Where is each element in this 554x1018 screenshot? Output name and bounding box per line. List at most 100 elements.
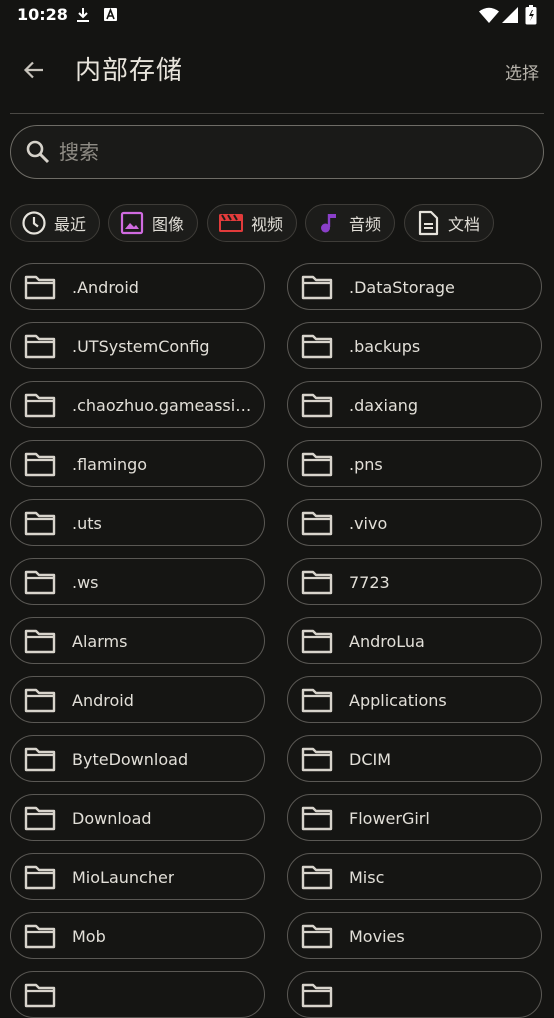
folder-item[interactable]: 7723 (287, 558, 542, 605)
folder-icon (301, 983, 333, 1008)
folder-icon (24, 747, 56, 772)
folder-icon (301, 806, 333, 831)
folder-name: .flamingo (72, 455, 148, 474)
folder-name: .DataStorage (349, 278, 455, 297)
folder-item[interactable]: .ws (10, 558, 265, 605)
chip-label: 图像 (152, 215, 185, 234)
folder-icon (24, 511, 56, 536)
video-icon (219, 214, 243, 232)
filter-chip-recent[interactable]: 最近 (10, 204, 100, 242)
search-input[interactable]: 搜索 (59, 126, 99, 178)
chip-label: 最近 (54, 215, 87, 234)
folder-icon (301, 924, 333, 949)
folder-item[interactable]: Movies (287, 912, 542, 959)
image-icon (120, 211, 144, 235)
filter-chip-video[interactable]: 视频 (207, 204, 297, 242)
folder-item[interactable]: .uts (10, 499, 265, 546)
folder-name: .daxiang (349, 396, 419, 415)
folder-icon (24, 275, 56, 300)
folder-icon (301, 334, 333, 359)
back-button[interactable] (16, 52, 52, 88)
filter-chip-documents[interactable]: 文档 (404, 204, 494, 242)
clock-icon (22, 211, 46, 235)
folder-name: .pns (349, 455, 383, 474)
folder-name: .ws (72, 573, 99, 592)
folder-item[interactable]: ByteDownload (10, 735, 265, 782)
folder-icon (301, 275, 333, 300)
folder-icon (24, 865, 56, 890)
folder-name: .UTSystemConfig (72, 337, 210, 356)
folder-name: .backups (349, 337, 421, 356)
signal-icon (502, 7, 518, 23)
folder-name: ByteDownload (72, 750, 189, 769)
folder-icon (301, 511, 333, 536)
folder-item[interactable]: MioLauncher (10, 853, 265, 900)
folder-icon (24, 334, 56, 359)
wifi-icon (479, 7, 499, 23)
battery-icon (525, 5, 537, 25)
search-bar[interactable]: 搜索 (10, 125, 544, 179)
folder-icon (24, 983, 56, 1008)
folder-icon (24, 393, 56, 418)
folder-name: .uts (72, 514, 102, 533)
folder-item[interactable]: .Android (10, 263, 265, 310)
folder-item[interactable]: AndroLua (287, 617, 542, 664)
folder-icon (301, 865, 333, 890)
folder-name: Misc (349, 868, 385, 887)
folder-name: .chaozhuo.gameassist... (72, 396, 258, 415)
folder-icon (24, 452, 56, 477)
download-icon (77, 8, 89, 22)
folder-item[interactable]: Android (10, 676, 265, 723)
app-bar: 内部存储 选择 (0, 32, 554, 112)
select-button[interactable]: 选择 (505, 59, 539, 84)
folder-icon (301, 629, 333, 654)
notification-a-icon (104, 8, 117, 21)
chip-label: 文档 (448, 215, 481, 234)
folder-icon (301, 452, 333, 477)
folder-icon (301, 570, 333, 595)
folder-item[interactable]: .pns (287, 440, 542, 487)
folder-item[interactable]: .chaozhuo.gameassist... (10, 381, 265, 428)
folder-item[interactable]: .DataStorage (287, 263, 542, 310)
back-arrow-icon (23, 61, 43, 79)
music-icon (321, 214, 336, 233)
folder-icon (301, 688, 333, 713)
search-icon (26, 140, 50, 164)
filter-chip-images[interactable]: 图像 (108, 204, 198, 242)
folder-name: .Android (72, 278, 139, 297)
filter-chips: 最近 图像 视频 音频 文档 (10, 204, 554, 242)
folder-name: MioLauncher (72, 868, 175, 887)
folder-item[interactable]: Applications (287, 676, 542, 723)
folder-name: Download (72, 809, 152, 828)
chip-label: 音频 (349, 215, 382, 234)
folder-item[interactable]: .UTSystemConfig (10, 322, 265, 369)
folder-name: .vivo (349, 514, 388, 533)
folder-item[interactable]: .flamingo (10, 440, 265, 487)
filter-chip-audio[interactable]: 音频 (305, 204, 395, 242)
folder-name: Movies (349, 927, 405, 946)
folder-item[interactable]: FlowerGirl (287, 794, 542, 841)
folder-item[interactable]: .daxiang (287, 381, 542, 428)
folder-item[interactable]: DCIM (287, 735, 542, 782)
folder-item[interactable]: Mob (10, 912, 265, 959)
folder-item[interactable]: .vivo (287, 499, 542, 546)
folder-name: FlowerGirl (349, 809, 430, 828)
folder-icon (301, 747, 333, 772)
folder-item[interactable]: Misc (287, 853, 542, 900)
folder-item[interactable]: Alarms (10, 617, 265, 664)
chip-label: 视频 (251, 215, 284, 234)
folder-item[interactable]: .backups (287, 322, 542, 369)
folder-name: Mob (72, 927, 106, 946)
folder-name: Alarms (72, 632, 128, 651)
status-time: 10:28 (17, 5, 68, 24)
folder-name: Applications (349, 691, 447, 710)
folder-icon (24, 924, 56, 949)
folder-item[interactable]: Download (10, 794, 265, 841)
folder-item[interactable] (10, 971, 265, 1018)
folder-icon (24, 629, 56, 654)
folder-icon (24, 570, 56, 595)
header-divider (10, 113, 544, 114)
folder-item[interactable] (287, 971, 542, 1018)
folder-name: 7723 (349, 573, 390, 592)
folder-icon (24, 688, 56, 713)
